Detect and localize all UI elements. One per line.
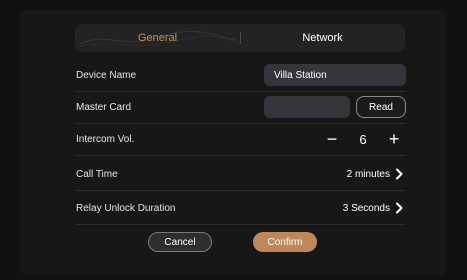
minus-icon[interactable]: −: [324, 130, 340, 148]
intercom-vol-stepper: − 6 +: [324, 130, 402, 148]
tab-network-label: Network: [302, 32, 343, 44]
row-intercom-vol: Intercom Vol. − 6 +: [76, 123, 406, 156]
read-button[interactable]: Read: [356, 96, 406, 118]
intercom-vol-label: Intercom Vol.: [76, 133, 135, 145]
relay-unlock-selector[interactable]: 3 Seconds: [343, 202, 404, 214]
row-call-time[interactable]: Call Time 2 minutes: [76, 158, 406, 191]
row-master-card: Master Card Read: [76, 91, 406, 124]
device-name-field[interactable]: Villa Station: [264, 64, 406, 86]
master-card-field[interactable]: [264, 96, 350, 118]
tab-general-label: General: [137, 32, 178, 44]
relay-unlock-value: 3 Seconds: [342, 202, 390, 214]
confirm-button[interactable]: Confirm: [253, 232, 317, 252]
master-card-controls: Read: [264, 96, 406, 118]
tab-network[interactable]: Network: [240, 24, 405, 52]
device-name-label: Device Name: [76, 69, 137, 81]
row-device-name: Device Name Villa Station: [76, 59, 406, 92]
tab-general[interactable]: General: [75, 24, 240, 52]
chevron-right-icon: [396, 202, 403, 214]
call-time-selector[interactable]: 2 minutes: [347, 168, 404, 180]
device-name-value: Villa Station: [274, 69, 327, 81]
master-card-label: Master Card: [76, 101, 132, 113]
call-time-label: Call Time: [76, 168, 118, 180]
row-relay-unlock-duration[interactable]: Relay Unlock Duration 3 Seconds: [76, 192, 406, 225]
intercom-vol-value: 6: [359, 131, 367, 147]
tab-bar: General Network: [75, 24, 405, 52]
cancel-button[interactable]: Cancel: [148, 232, 212, 252]
plus-icon[interactable]: +: [386, 130, 402, 148]
relay-unlock-label: Relay Unlock Duration: [76, 202, 176, 214]
chevron-right-icon: [396, 168, 403, 180]
call-time-value: 2 minutes: [346, 168, 390, 180]
